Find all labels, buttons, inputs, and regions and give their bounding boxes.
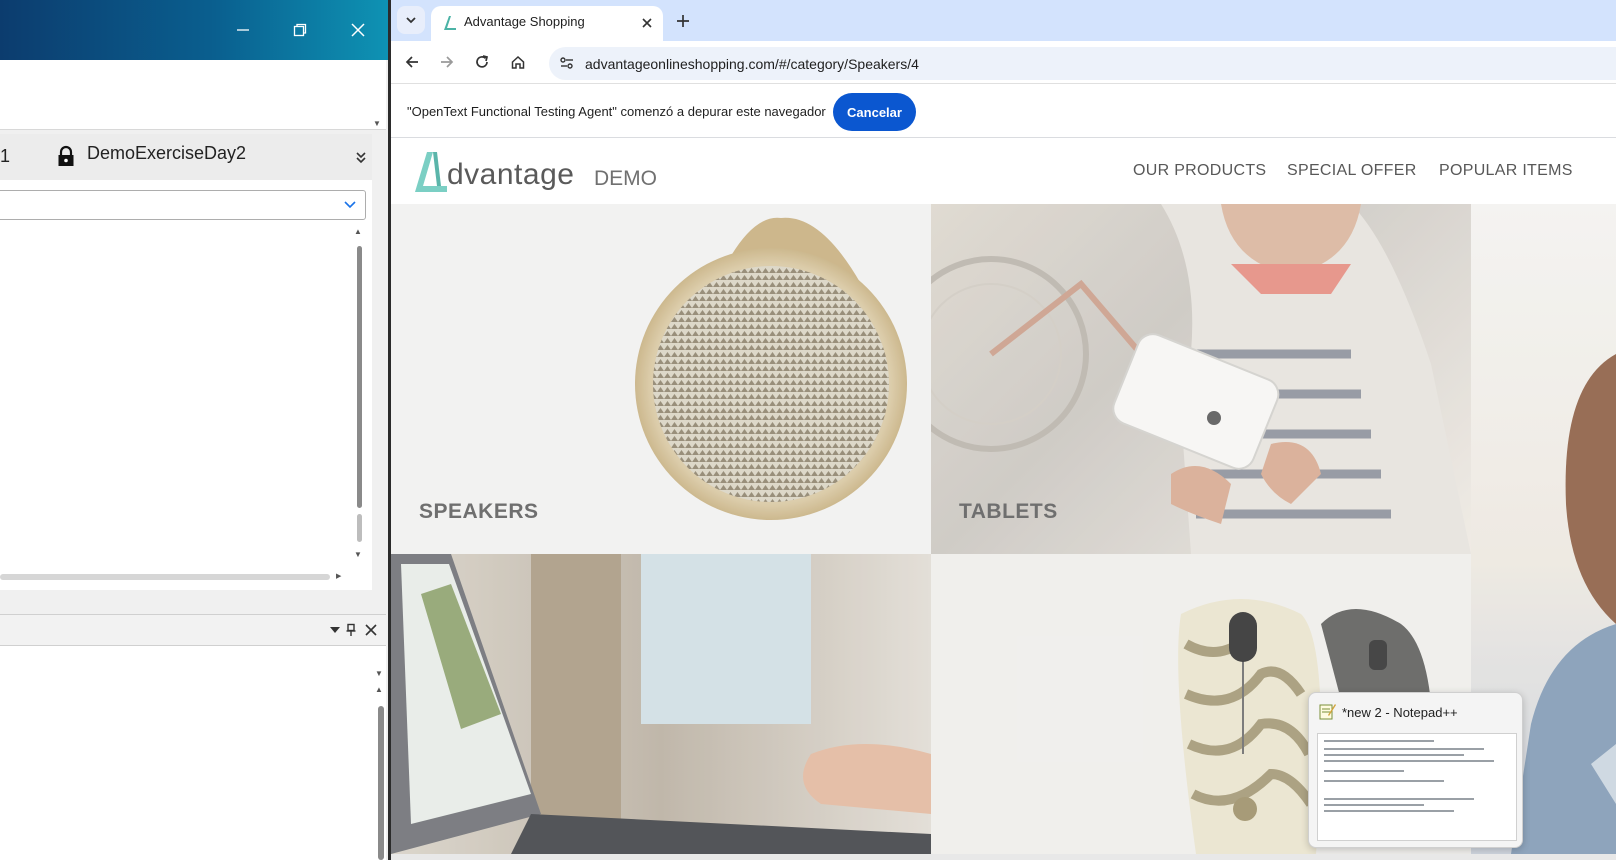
- panel-close-icon[interactable]: [364, 623, 378, 637]
- toolbar-area: [0, 60, 386, 130]
- reload-icon: [476, 55, 489, 68]
- chevron-down-icon: [344, 201, 356, 209]
- site-settings-icon: [560, 57, 573, 69]
- menu-our-products[interactable]: OUR PRODUCTS: [1133, 162, 1266, 180]
- tab-partial-label: 1: [0, 146, 11, 166]
- logo-word: dvantage: [447, 158, 575, 191]
- advantage-favicon-icon: [444, 16, 456, 30]
- back-arrow-icon: [405, 56, 418, 68]
- tile-label-speakers: SPEAKERS: [419, 500, 539, 523]
- browser-window: Advantage Shopping advantageonlineshoppi…: [391, 0, 1616, 860]
- notepad-icon: [1319, 704, 1336, 720]
- close-icon: [351, 23, 365, 37]
- category-tile-laptops[interactable]: [391, 554, 931, 854]
- cancel-debugging-button[interactable]: Cancelar: [833, 93, 916, 131]
- vertical-scrollbar[interactable]: [356, 246, 364, 544]
- url-text: advantageonlineshopping.com/#/category/S…: [585, 56, 919, 72]
- notepad-preview-title: *new 2 - Notepad++: [1342, 705, 1458, 720]
- tab-title: Advantage Shopping: [464, 14, 585, 29]
- new-tab-button[interactable]: [672, 10, 694, 32]
- logo-a-icon: [415, 152, 447, 192]
- scroll-right-icon[interactable]: ▶: [336, 573, 341, 581]
- minimize-button[interactable]: [229, 16, 257, 44]
- notepad-preview-thumbnail: [1317, 733, 1517, 841]
- back-button[interactable]: [401, 51, 423, 73]
- status-strip: [391, 854, 1616, 860]
- reload-button[interactable]: [471, 51, 493, 73]
- app-titlebar: [0, 0, 390, 60]
- scrollbar-track-lower[interactable]: [357, 514, 362, 542]
- debugging-infobar: "OpenText Functional Testing Agent" come…: [391, 86, 1616, 138]
- forward-arrow-icon: [441, 56, 454, 68]
- output-dropdown-icon[interactable]: ▼: [375, 670, 383, 678]
- left-app-window: ▼ 1 DemoExerciseDay2 ▲ ▼ ▶ ▼ ▲: [0, 0, 390, 860]
- notepad-taskbar-preview[interactable]: *new 2 - Notepad++: [1308, 692, 1523, 848]
- restore-button[interactable]: [286, 16, 314, 44]
- advantage-logo[interactable]: dvantage DEMO: [413, 148, 657, 196]
- editor-panel: [0, 180, 372, 590]
- restore-icon: [293, 23, 307, 37]
- panel-menu-icon[interactable]: [328, 623, 342, 637]
- plus-icon: [677, 15, 689, 27]
- scrollbar-thumb[interactable]: [357, 246, 362, 508]
- pin-icon[interactable]: [344, 623, 358, 637]
- category-tile-speakers[interactable]: SPEAKERS: [391, 204, 931, 554]
- menu-popular-items[interactable]: POPULAR ITEMS: [1439, 162, 1573, 180]
- category-tile-tablets[interactable]: TABLETS: [931, 204, 1471, 554]
- output-scroll-up-icon[interactable]: ▲: [375, 686, 383, 694]
- home-icon: [511, 55, 525, 69]
- minimize-icon: [237, 29, 249, 31]
- output-panel: [0, 646, 386, 860]
- laptop-image: [391, 554, 931, 854]
- toolbar-scroll-down-icon[interactable]: ▼: [373, 120, 381, 128]
- output-scrollbar-thumb[interactable]: [378, 706, 384, 860]
- address-bar[interactable]: advantageonlineshopping.com/#/category/S…: [549, 47, 1616, 80]
- tab-search-button[interactable]: [397, 6, 425, 34]
- chevron-down-icon: [406, 17, 416, 24]
- forward-button[interactable]: [436, 51, 458, 73]
- lock-icon: [55, 145, 77, 167]
- tab-close-icon[interactable]: [639, 15, 655, 31]
- selector-dropdown[interactable]: [0, 190, 366, 220]
- menu-special-offer[interactable]: SPECIAL OFFER: [1287, 162, 1417, 180]
- home-button[interactable]: [507, 51, 529, 73]
- infobar-message: "OpenText Functional Testing Agent" come…: [407, 104, 826, 119]
- browser-tab-active[interactable]: Advantage Shopping: [431, 6, 663, 41]
- scroll-down-icon[interactable]: ▼: [354, 551, 362, 559]
- scroll-up-icon[interactable]: ▲: [354, 228, 362, 236]
- chevron-double-down-icon[interactable]: [354, 150, 368, 164]
- tile-label-tablets: TABLETS: [959, 500, 1058, 523]
- horizontal-scrollbar[interactable]: [0, 574, 330, 580]
- logo-demo: DEMO: [594, 167, 657, 190]
- close-window-button[interactable]: [344, 16, 372, 44]
- document-tab-title[interactable]: DemoExerciseDay2: [87, 143, 246, 164]
